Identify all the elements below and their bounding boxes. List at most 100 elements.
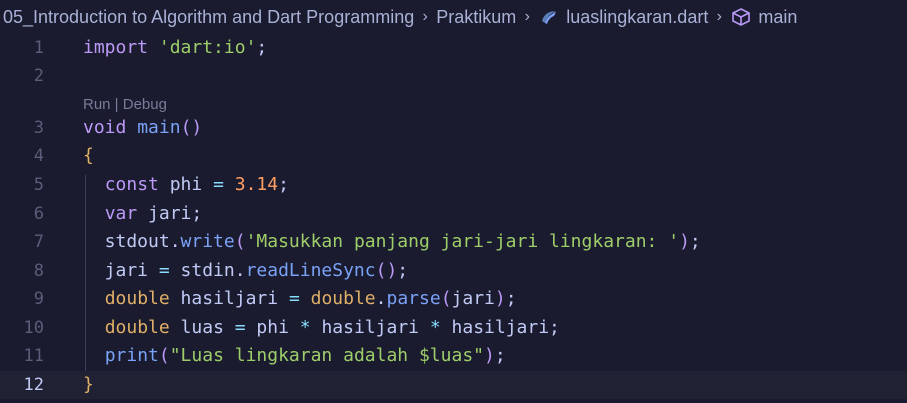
- code-token: *: [299, 317, 311, 338]
- line-number: 2: [33, 66, 44, 86]
- code-token: jari: [451, 288, 495, 309]
- code-text[interactable]: jari = stdin.readLineSync();: [83, 257, 408, 285]
- code-token: import: [83, 37, 149, 58]
- code-token: 3.14: [234, 174, 279, 195]
- code-text[interactable]: stdout.write('Masukkan panjang jari-jari…: [83, 228, 701, 256]
- code-line[interactable]: 12}: [0, 371, 907, 399]
- code-line[interactable]: 8 jari = stdin.readLineSync();: [0, 257, 907, 285]
- code-text[interactable]: var jari;: [83, 200, 203, 228]
- code-token: readLineSync: [245, 260, 376, 281]
- code-text[interactable]: const phi = 3.14;: [83, 171, 289, 199]
- code-line[interactable]: 6 var jari;: [0, 200, 907, 228]
- breadcrumb-folder[interactable]: 05_Introduction to Algorithm and Dart Pr…: [3, 7, 414, 28]
- line-number: 6: [33, 204, 44, 224]
- code-token: }: [83, 374, 94, 395]
- line-number: 8: [33, 261, 44, 281]
- code-token: =: [213, 174, 224, 195]
- breadcrumb-file[interactable]: luaslingkaran.dart: [566, 7, 708, 28]
- code-text[interactable]: {: [83, 142, 94, 170]
- code-text[interactable]: import 'dart:io';: [83, 34, 267, 62]
- code-token: (: [234, 231, 246, 252]
- line-number: 5: [33, 175, 44, 195]
- code-token: stdin.: [169, 260, 246, 281]
- code-token: jari: [83, 260, 159, 281]
- code-line[interactable]: 2: [0, 62, 907, 90]
- codelens-run-debug[interactable]: Run | Debug: [83, 94, 167, 116]
- code-line[interactable]: 4{: [0, 142, 907, 170]
- code-token: double: [310, 288, 376, 309]
- code-token: ;: [278, 174, 289, 195]
- code-token: phi: [158, 174, 214, 195]
- code-token: =: [288, 288, 300, 309]
- code-token: ;: [689, 231, 701, 252]
- line-number: 12: [23, 375, 44, 395]
- chevron-right-icon: ›: [524, 8, 530, 25]
- code-token: jari;: [137, 203, 203, 224]
- code-token: {: [83, 145, 94, 166]
- code-token: hasiljari: [310, 317, 430, 338]
- line-number: 4: [33, 146, 44, 166]
- code-text[interactable]: double hasiljari = double.parse(jari);: [83, 285, 517, 313]
- cube-symbol-icon: [732, 8, 751, 26]
- code-token: const: [104, 174, 159, 195]
- code-token: ): [679, 231, 690, 252]
- code-token: ;: [494, 345, 506, 366]
- code-line[interactable]: 10 double luas = phi * hasiljari * hasil…: [0, 314, 907, 342]
- code-token: luas: [169, 317, 235, 338]
- code-token: =: [234, 317, 246, 338]
- breadcrumb: 05_Introduction to Algorithm and Dart Pr…: [0, 0, 907, 34]
- line-number: 10: [23, 318, 44, 338]
- code-editor[interactable]: Run | Debug 1 import 'dart:io'; 2 3 void mai…: [0, 34, 907, 403]
- line-number: 11: [23, 346, 44, 366]
- code-text[interactable]: double luas = phi * hasiljari * hasiljar…: [83, 314, 560, 342]
- code-token: (: [440, 288, 452, 309]
- code-token: ;: [256, 37, 268, 58]
- code-token: (): [180, 117, 203, 138]
- code-token: ;: [505, 288, 517, 309]
- code-token: write: [180, 231, 235, 252]
- code-text[interactable]: print("Luas lingkaran adalah $luas");: [83, 342, 506, 370]
- code-token: stdout.: [83, 231, 181, 252]
- code-line[interactable]: 11 print("Luas lingkaran adalah $luas");: [0, 342, 907, 370]
- chevron-right-icon: ›: [716, 8, 722, 25]
- line-number: 7: [33, 232, 44, 252]
- line-number: 1: [33, 38, 44, 58]
- code-token: void: [83, 117, 127, 138]
- code-token: print: [104, 345, 159, 366]
- code-token: hasiljari: [169, 288, 289, 309]
- code-token: phi: [245, 317, 300, 338]
- code-line[interactable]: 3 void main(): [0, 114, 907, 142]
- code-token: ): [484, 345, 495, 366]
- code-token: (): [375, 260, 398, 281]
- code-line[interactable]: 1 import 'dart:io';: [0, 34, 907, 62]
- code-line[interactable]: 5 const phi = 3.14;: [0, 171, 907, 199]
- code-token: hasiljari;: [440, 317, 560, 338]
- code-token: (: [158, 345, 170, 366]
- breadcrumb-symbol[interactable]: main: [758, 7, 797, 28]
- code-token: 'Masukkan panjang jari-jari lingkaran: ': [245, 231, 680, 252]
- code-token: double: [104, 317, 170, 338]
- code-text[interactable]: }: [83, 371, 94, 399]
- code-line[interactable]: 7 stdout.write('Masukkan panjang jari-ja…: [0, 228, 907, 256]
- code-token: 'dart:io': [158, 37, 257, 58]
- code-token: double: [104, 288, 170, 309]
- chevron-right-icon: ›: [422, 8, 428, 25]
- code-line[interactable]: 9 double hasiljari = double.parse(jari);: [0, 285, 907, 313]
- line-number: 9: [33, 289, 44, 309]
- code-token: var: [104, 203, 138, 224]
- code-token: ;: [397, 260, 409, 281]
- code-token: =: [158, 260, 170, 281]
- code-token: parse: [386, 288, 441, 309]
- code-token: ): [494, 288, 506, 309]
- breadcrumb-subfolder[interactable]: Praktikum: [436, 7, 516, 28]
- code-token: "Luas lingkaran adalah $luas": [169, 345, 484, 366]
- code-text[interactable]: void main(): [83, 114, 202, 142]
